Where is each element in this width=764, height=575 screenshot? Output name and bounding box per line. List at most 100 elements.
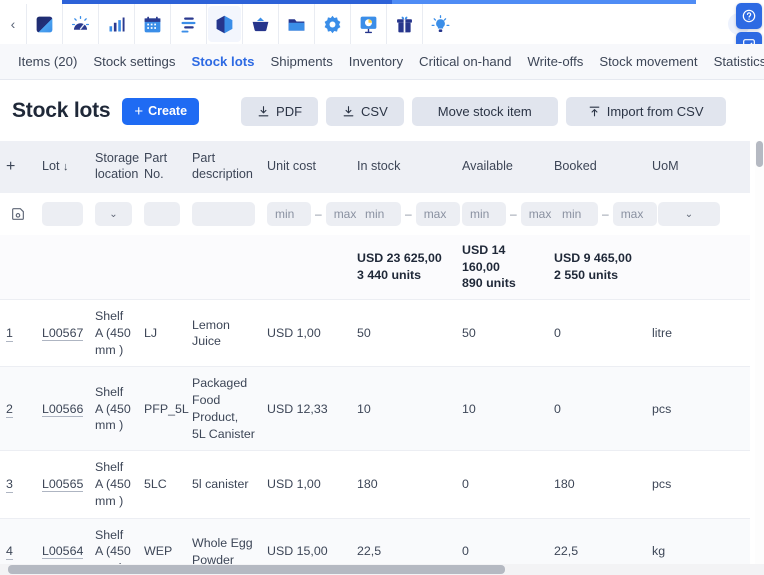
table-row[interactable]: 4 L00564 Shelf A (450 mm ) WEP Whole Egg… xyxy=(0,518,750,566)
lightbulb-icon[interactable] xyxy=(422,4,458,44)
tab-shipments[interactable]: Shipments xyxy=(262,44,340,80)
row-uom: kg xyxy=(646,518,750,566)
row-booked: 0 xyxy=(548,367,646,451)
basket-icon[interactable] xyxy=(242,4,278,44)
lot-link[interactable]: L00564 xyxy=(42,544,83,559)
export-csv-label: CSV xyxy=(361,104,388,119)
vertical-scrollbar[interactable] xyxy=(755,141,764,566)
filter-unit-cost-min-input[interactable] xyxy=(267,202,311,226)
lot-link[interactable]: L00567 xyxy=(42,326,83,341)
presentation-chart-icon[interactable] xyxy=(350,4,386,44)
filter-booked-min-input[interactable] xyxy=(554,202,598,226)
row-storage-location: Shelf A (450 mm ) xyxy=(89,300,138,367)
dashboard-tile-icon[interactable] xyxy=(26,4,62,44)
vertical-scrollbar-thumb[interactable] xyxy=(756,141,763,167)
column-header-in-stock[interactable]: In stock xyxy=(351,141,456,193)
gift-icon[interactable] xyxy=(386,4,422,44)
tab-write-offs[interactable]: Write-offs xyxy=(519,44,591,80)
header-actions: PDF CSV Move stock item Import from CSV xyxy=(241,97,725,126)
download-icon xyxy=(257,105,270,118)
column-header-storage-location[interactable]: Storage location xyxy=(89,141,138,193)
horizontal-scrollbar-thumb[interactable] xyxy=(8,565,505,574)
filter-available-range: – xyxy=(462,202,542,226)
row-unit-cost: USD 1,00 xyxy=(261,300,351,367)
row-lot[interactable]: L00564 xyxy=(36,518,89,566)
tab-stock-movement[interactable]: Stock movement xyxy=(591,44,705,80)
lot-link[interactable]: L00565 xyxy=(42,477,83,492)
create-button[interactable]: + Create xyxy=(122,98,199,125)
calendar-icon[interactable] xyxy=(134,4,170,44)
column-header-part-no[interactable]: Part No. xyxy=(138,141,186,193)
column-header-lot[interactable]: Lot ↓ xyxy=(36,141,89,193)
chevron-down-icon: ⌄ xyxy=(685,209,693,220)
folder-icon[interactable] xyxy=(278,4,314,44)
table-row[interactable]: 2 L00566 Shelf A (450 mm ) PFP_5L Packag… xyxy=(0,367,750,451)
table-row[interactable]: 3 L00565 Shelf A (450 mm ) 5LC 5l canist… xyxy=(0,451,750,518)
filter-storage-location-select[interactable]: ⌄ xyxy=(95,202,132,226)
add-column-button[interactable]: + xyxy=(0,141,36,193)
tab-inventory[interactable]: Inventory xyxy=(341,44,411,80)
row-lot[interactable]: L00566 xyxy=(36,367,89,451)
filter-in-stock-min-input[interactable] xyxy=(357,202,401,226)
gauge-icon[interactable] xyxy=(62,4,98,44)
export-csv-button[interactable]: CSV xyxy=(326,97,404,126)
row-in-stock: 10 xyxy=(351,367,456,451)
totals-location-cell xyxy=(89,235,138,300)
help-button[interactable] xyxy=(736,3,762,29)
column-header-part-description[interactable]: Part description xyxy=(186,141,261,193)
page-title: Stock lots xyxy=(12,99,110,123)
gear-icon[interactable] xyxy=(314,4,350,44)
stock-lots-table-container: + Lot ↓ Storage location Part No. Part d… xyxy=(0,141,764,566)
tab-stock-lots[interactable]: Stock lots xyxy=(183,44,262,80)
filter-lot-input[interactable] xyxy=(42,202,83,226)
range-dash: – xyxy=(510,207,517,221)
plus-icon: + xyxy=(6,158,15,175)
stock-lots-table: + Lot ↓ Storage location Part No. Part d… xyxy=(0,141,750,566)
column-header-uom[interactable]: UoM xyxy=(646,141,750,193)
tasks-list-icon[interactable] xyxy=(170,4,206,44)
tab-critical-on-hand[interactable]: Critical on-hand xyxy=(411,44,519,80)
export-pdf-button[interactable]: PDF xyxy=(241,97,318,126)
row-lot[interactable]: L00565 xyxy=(36,451,89,518)
column-header-unit-cost[interactable]: Unit cost xyxy=(261,141,351,193)
import-from-csv-button[interactable]: Import from CSV xyxy=(566,97,726,126)
row-storage-location: Shelf A (450 mm ) xyxy=(89,367,138,451)
chevron-down-icon: ⌄ xyxy=(109,209,117,220)
back-chevron-icon[interactable]: ‹ xyxy=(0,4,26,44)
save-filter-icon[interactable] xyxy=(6,206,30,222)
row-part-no: PFP_5L xyxy=(138,367,186,451)
column-header-available[interactable]: Available xyxy=(456,141,548,193)
import-from-csv-label: Import from CSV xyxy=(607,104,704,119)
filter-uom-select[interactable]: ⌄ xyxy=(658,202,720,226)
row-index: 1 xyxy=(0,300,36,367)
table-row[interactable]: 1 L00567 Shelf A (450 mm ) LJ Lemon Juic… xyxy=(0,300,750,367)
filter-available-min-input[interactable] xyxy=(462,202,506,226)
filter-location-cell: ⌄ xyxy=(89,193,138,235)
filter-uom-cell: ⌄ xyxy=(646,193,750,235)
tab-stock-settings[interactable]: Stock settings xyxy=(85,44,183,80)
table-filters: ⌄ – xyxy=(0,193,750,235)
totals-in-stock-amount: USD 23 625,00 xyxy=(357,250,450,267)
bar-chart-icon[interactable] xyxy=(98,4,134,44)
column-header-booked[interactable]: Booked xyxy=(548,141,646,193)
filter-in-stock-max-input[interactable] xyxy=(416,202,460,226)
row-available: 50 xyxy=(456,300,548,367)
cube-box-icon[interactable] xyxy=(206,4,242,44)
sort-descending-icon: ↓ xyxy=(63,161,69,173)
tab-statistics[interactable]: Statistics xyxy=(706,44,764,80)
download-icon xyxy=(342,105,355,118)
move-stock-item-button[interactable]: Move stock item xyxy=(412,97,558,126)
filter-booked-max-input[interactable] xyxy=(613,202,657,226)
tab-items[interactable]: Items (20) xyxy=(10,44,85,80)
row-part-description: Lemon Juice xyxy=(186,300,261,367)
row-unit-cost: USD 12,33 xyxy=(261,367,351,451)
lot-link[interactable]: L00566 xyxy=(42,402,83,417)
section-tabs: Items (20) Stock settings Stock lots Shi… xyxy=(0,44,764,80)
filter-part-no-input[interactable] xyxy=(144,202,180,226)
row-in-stock: 50 xyxy=(351,300,456,367)
row-uom: pcs xyxy=(646,451,750,518)
totals-available-units: 890 units xyxy=(462,275,542,292)
filter-part-description-input[interactable] xyxy=(192,202,255,226)
horizontal-scrollbar[interactable] xyxy=(0,564,764,575)
row-lot[interactable]: L00567 xyxy=(36,300,89,367)
